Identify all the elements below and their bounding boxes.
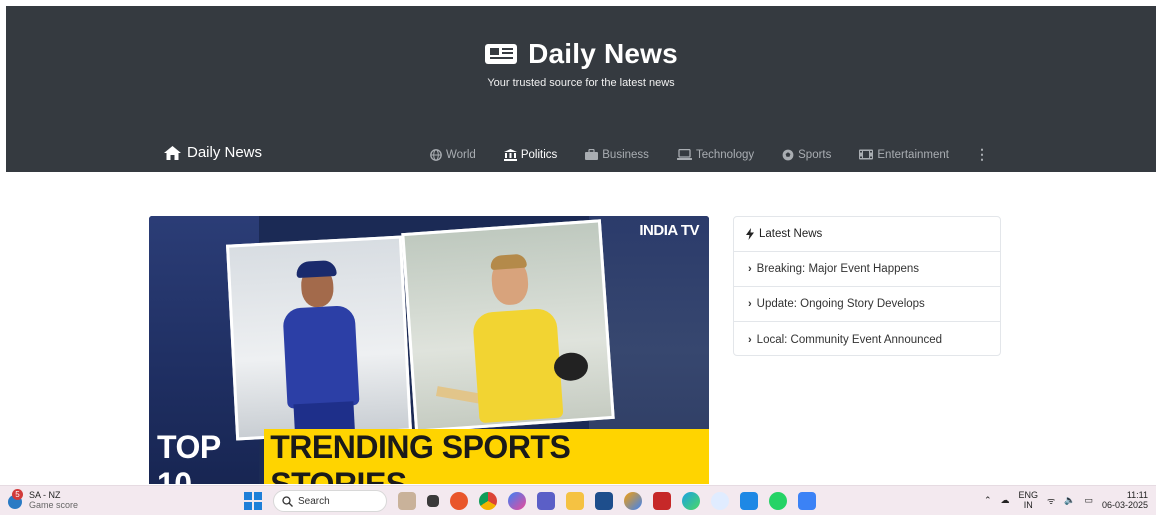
taskbar-search[interactable]: Search [273, 490, 387, 512]
nav-entertainment[interactable]: Entertainment [859, 149, 949, 161]
widget-subtitle: Game score [29, 500, 79, 510]
search-placeholder: Search [298, 495, 330, 507]
bolt-icon [746, 228, 754, 240]
nav-entertainment-label: Entertainment [877, 148, 949, 161]
more-vertical-icon[interactable]: ⋮ [975, 146, 989, 163]
nav-business[interactable]: Business [585, 149, 649, 161]
clock[interactable]: 11:11 06-03-2025 [1102, 490, 1148, 510]
latest-news-item[interactable]: › Update: Ongoing Story Develops [734, 287, 1000, 322]
copilot-icon[interactable] [508, 492, 526, 510]
site-header: Daily News Your trusted source for the l… [6, 6, 1156, 172]
latest-news-item-label: Update: Ongoing Story Develops [756, 298, 925, 310]
chevron-right-icon: › [748, 333, 752, 346]
antivirus-icon[interactable] [653, 492, 671, 510]
latest-news-item[interactable]: › Local: Community Event Announced [734, 322, 1000, 357]
chrome-icon[interactable] [479, 492, 497, 510]
file-explorer-icon[interactable] [566, 492, 584, 510]
player-photo-right [401, 219, 615, 433]
latest-news-title: Latest News [759, 228, 823, 240]
laptop-icon [676, 149, 692, 160]
paint-icon[interactable] [798, 492, 816, 510]
nav-links: World Politics Business Technology Sport… [430, 146, 989, 163]
search-icon [282, 495, 293, 507]
start-icon[interactable] [244, 492, 262, 510]
battery-icon[interactable]: ▭ [1084, 495, 1093, 506]
briefcase-icon [585, 149, 599, 160]
clock-time: 11:11 [1126, 490, 1148, 500]
teams-icon[interactable] [537, 492, 555, 510]
hero-banner-title: TRENDING SPORTS STORIES [264, 429, 709, 484]
volume-icon[interactable]: 🔈 [1064, 495, 1075, 506]
wifi-icon[interactable]: ᯤ [1047, 494, 1055, 507]
featured-article-image[interactable]: INDIA TV TOP 10 TRENDING SPORTS STORIES [149, 216, 709, 484]
nav-politics-label: Politics [520, 148, 558, 161]
latest-news-item-label: Breaking: Major Event Happens [756, 263, 920, 275]
nav-world-label: World [446, 148, 476, 161]
india-tv-logo: INDIA TV [639, 222, 699, 239]
photos-icon[interactable] [624, 492, 642, 510]
nav-politics[interactable]: Politics [503, 148, 558, 161]
player-photo-left [225, 235, 413, 441]
latest-news-item[interactable]: › Breaking: Major Event Happens [734, 252, 1000, 287]
latest-news-card: Latest News › Breaking: Major Event Happ… [733, 216, 1001, 356]
edge-icon[interactable] [682, 492, 700, 510]
whatsapp-icon[interactable] [769, 492, 787, 510]
store-icon[interactable] [595, 492, 613, 510]
site-title: Daily News [6, 38, 1156, 70]
nav-technology[interactable]: Technology [676, 148, 755, 161]
site-tagline: Your trusted source for the latest news [487, 77, 675, 89]
navbar-brand-label: Daily News [187, 144, 263, 161]
cricket-score-icon: 5 [6, 489, 24, 509]
nav-sports[interactable]: Sports [782, 149, 831, 161]
latest-news-header: Latest News [734, 217, 1000, 252]
cloud-icon[interactable]: ☁ [1000, 495, 1009, 506]
film-icon [859, 149, 874, 160]
brave-browser-icon[interactable] [450, 492, 468, 510]
nav-world[interactable]: World [430, 149, 476, 161]
taskbar-apps: Search [244, 490, 816, 512]
nav-technology-label: Technology [695, 148, 755, 161]
hero-banner-number: TOP 10 [157, 429, 221, 484]
task-view-icon[interactable] [427, 495, 439, 507]
latest-news-item-label: Local: Community Event Announced [756, 333, 943, 346]
chevron-right-icon: › [748, 263, 752, 275]
home-icon [164, 145, 181, 160]
language-indicator[interactable]: ENG IN [1018, 490, 1038, 510]
chevron-right-icon: › [748, 298, 752, 310]
landmark-icon [503, 148, 517, 161]
windows-taskbar: 5 SA - NZ Game score Search ⌃ ☁ ENG IN ᯤ… [0, 485, 1156, 515]
globe-icon [430, 148, 442, 161]
chevron-up-icon[interactable]: ⌃ [984, 495, 992, 506]
newspaper-icon [485, 44, 518, 64]
vscode-icon[interactable] [740, 492, 758, 510]
nav-business-label: Business [602, 148, 649, 161]
app-icon[interactable] [711, 492, 729, 510]
widget-title: SA - NZ [29, 490, 61, 500]
clock-date: 06-03-2025 [1101, 500, 1148, 510]
notification-badge: 5 [12, 489, 23, 500]
system-tray: ⌃ ☁ ENG IN ᯤ 🔈 ▭ 11:11 06-03-2025 [984, 490, 1148, 510]
site-title-text: Daily News [528, 38, 678, 69]
weather-widget[interactable]: 5 SA - NZ Game score [6, 489, 79, 510]
navbar-brand[interactable]: Daily News [164, 144, 262, 161]
main-navbar: Daily News World Politics Business Techn… [6, 136, 1156, 170]
nav-sports-label: Sports [798, 148, 832, 161]
hero-banner: TOP 10 TRENDING SPORTS STORIES [157, 429, 709, 484]
football-icon [782, 149, 794, 160]
widgets-icon[interactable] [398, 492, 416, 510]
